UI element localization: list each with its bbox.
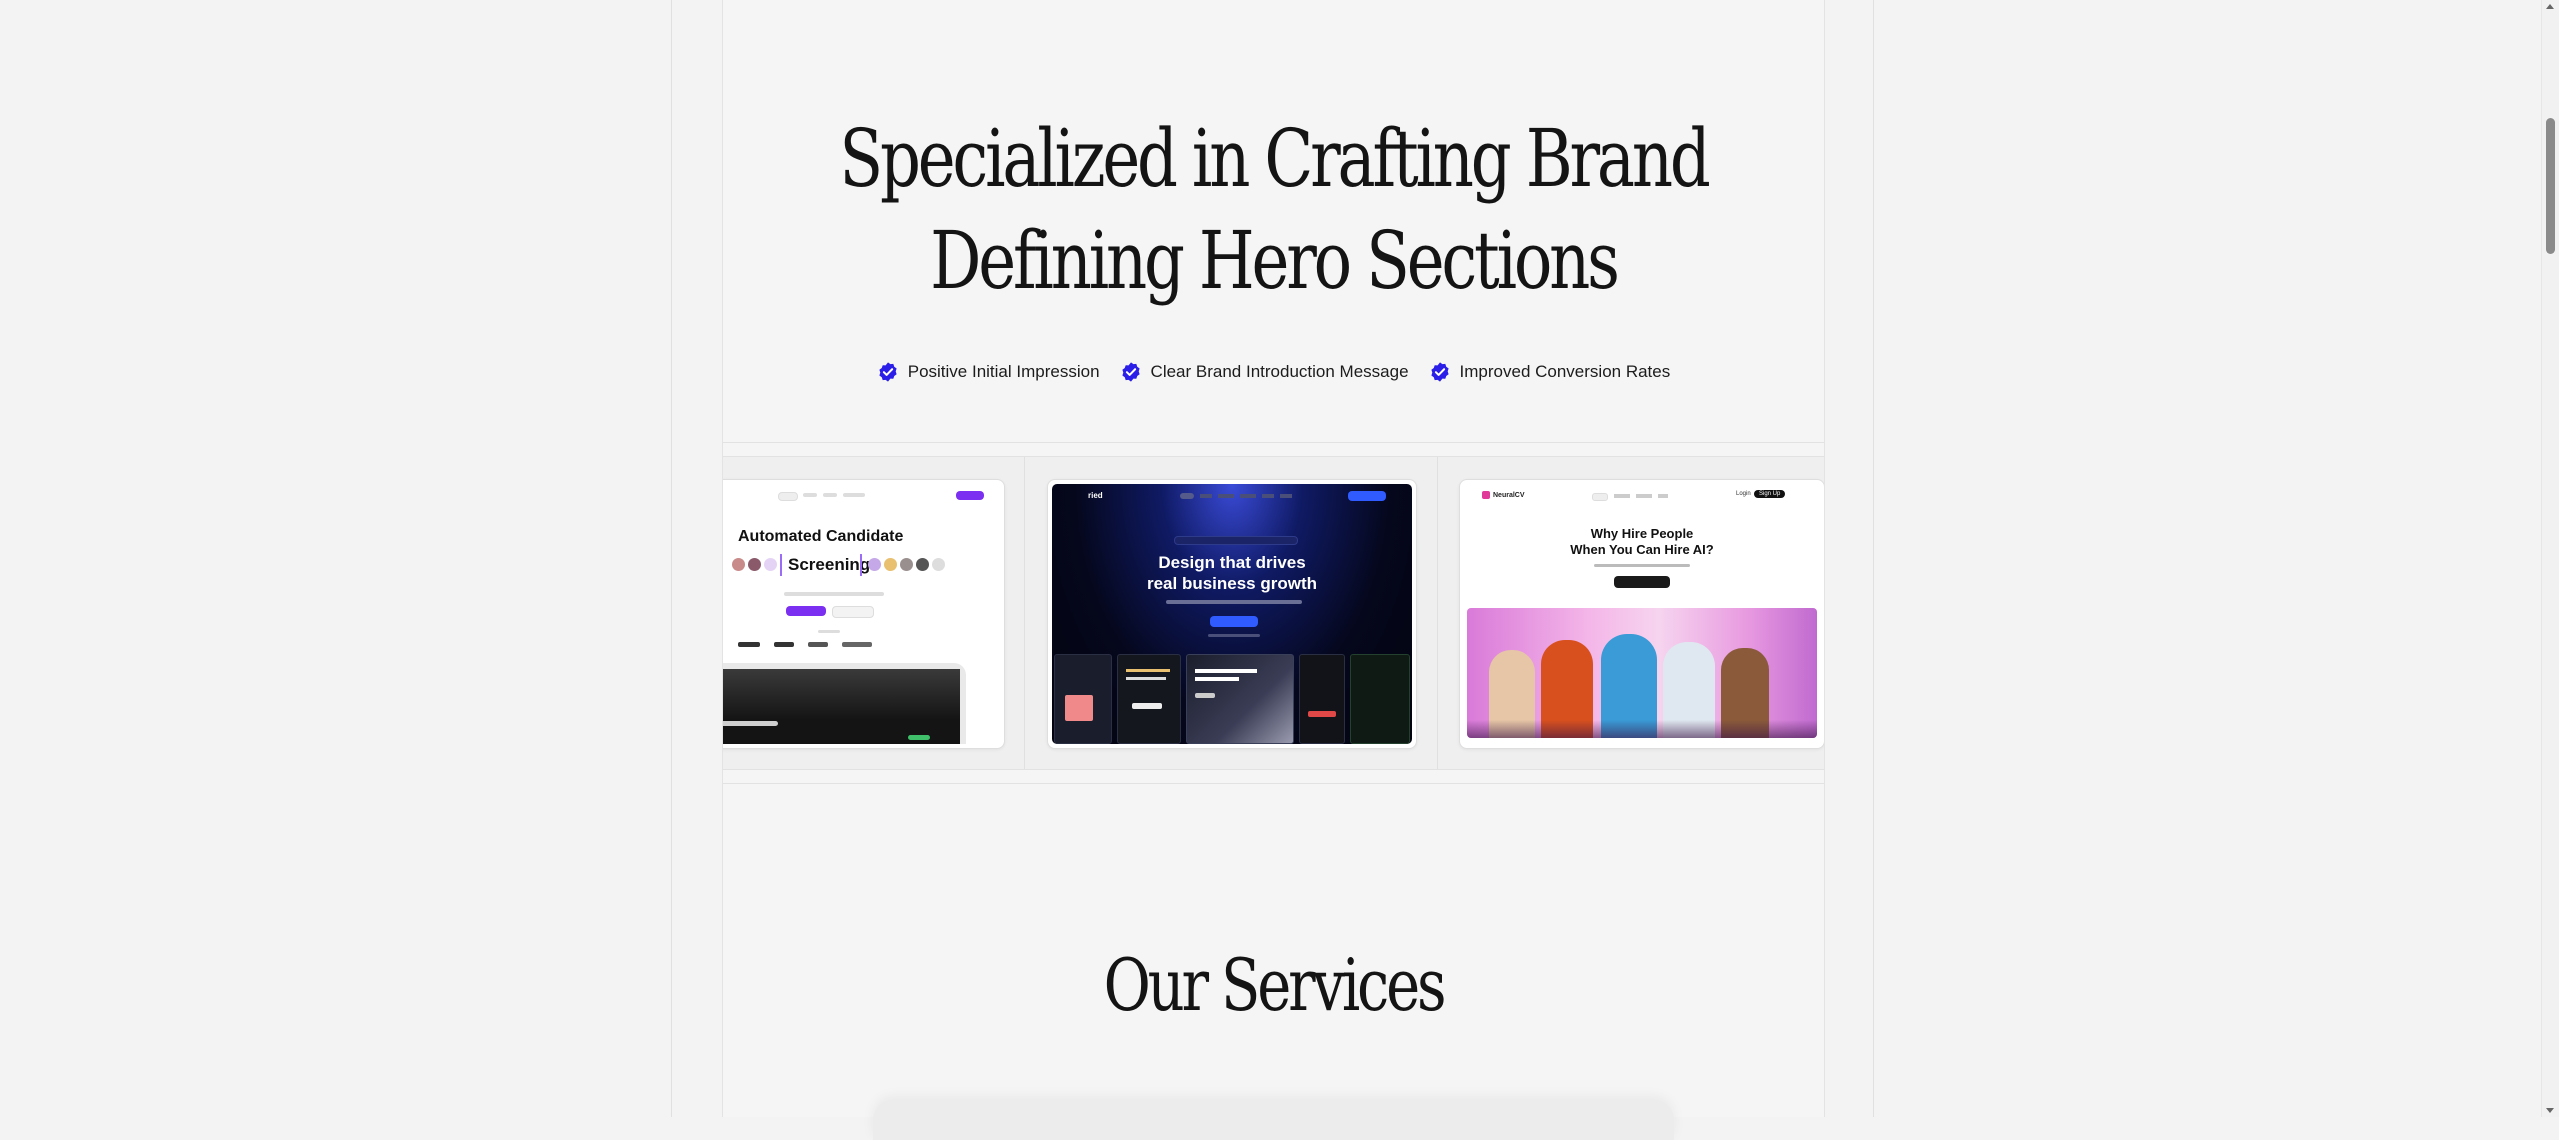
mini-nav (723, 490, 1000, 501)
page-column: Specialized in Crafting Brand Defining H… (722, 0, 1825, 1140)
mini-brand-logo: NeuralCV (1482, 491, 1525, 499)
feature-list: Positive Initial Impression Clear Brand … (723, 358, 1824, 386)
hero-showcase-card-screening[interactable]: Automated Candidate Screening (723, 479, 1005, 749)
mini-nav (1180, 493, 1292, 499)
mini-cta-button (956, 491, 984, 500)
mini-headline: Design that drives real business growth (1146, 553, 1318, 593)
feature-item: Improved Conversion Rates (1429, 361, 1671, 383)
hero-title-line-2: Defining Hero Sections (930, 214, 1620, 307)
mini-brand-logo: ried (1088, 491, 1103, 500)
mini-headline: Automated Candidate (738, 528, 904, 545)
services-title: Our Services (1103, 943, 1447, 1027)
mini-template-strip (1052, 654, 1412, 744)
mini-primary-button (786, 606, 826, 616)
mini-nav (1592, 493, 1668, 501)
verified-check-icon (1430, 362, 1449, 382)
mini-logo-strip (738, 642, 872, 647)
page-guide-line-left (671, 0, 672, 1117)
verified-check-icon (879, 362, 897, 382)
scroll-up-arrow-icon[interactable] (2546, 4, 2554, 9)
mini-dashboard-preview (723, 669, 960, 744)
hero-title: Specialized in Crafting Brand Defining H… (833, 108, 1714, 312)
feature-item: Clear Brand Introduction Message (1120, 361, 1409, 383)
hero-screenshot-preview: Automated Candidate Screening (723, 484, 1000, 744)
feature-label: Improved Conversion Rates (1459, 362, 1671, 381)
hero-showcase-card-design[interactable]: ried Design that drives real business gr… (1047, 479, 1417, 749)
hero-screenshot-preview: ried Design that drives real business gr… (1052, 484, 1412, 744)
mini-headline-2: Screening (788, 555, 871, 574)
hero-gallery: Automated Candidate Screening ried Desig… (723, 456, 1824, 770)
mini-headline: Why Hire People When You Can Hire AI? (1570, 526, 1714, 557)
mini-primary-button (1210, 616, 1258, 627)
hero-screenshot-preview: NeuralCV Login Sign Up Why Hire People W… (1464, 484, 1820, 744)
feature-label: Positive Initial Impression (907, 362, 1100, 381)
verified-check-icon (1121, 362, 1140, 382)
feature-item: Positive Initial Impression (877, 361, 1100, 383)
gallery-divider (1437, 457, 1438, 769)
mini-cta-button (1348, 491, 1386, 501)
mini-secondary-button (832, 606, 874, 618)
mini-login-link: Login (1736, 491, 1751, 497)
scroll-down-arrow-icon[interactable] (2546, 1108, 2554, 1113)
divider (723, 783, 1824, 784)
mini-avatar-row (732, 558, 777, 571)
mini-signup-button: Sign Up (1754, 490, 1786, 498)
divider (723, 442, 1824, 443)
mini-avatar-row (868, 558, 945, 571)
hero-title-line-1: Specialized in Crafting Brand (839, 112, 1711, 205)
scrollbar-thumb[interactable] (2546, 118, 2555, 254)
mini-hero-photo (1467, 608, 1817, 738)
page-guide-line-right (1873, 0, 1874, 1117)
hero-showcase-card-ai-hiring[interactable]: NeuralCV Login Sign Up Why Hire People W… (1459, 479, 1824, 749)
feature-label: Clear Brand Introduction Message (1150, 362, 1409, 381)
services-card (873, 1100, 1674, 1140)
scrollbar[interactable] (2541, 0, 2559, 1117)
gallery-divider (1024, 457, 1025, 769)
mini-primary-button (1614, 576, 1670, 588)
